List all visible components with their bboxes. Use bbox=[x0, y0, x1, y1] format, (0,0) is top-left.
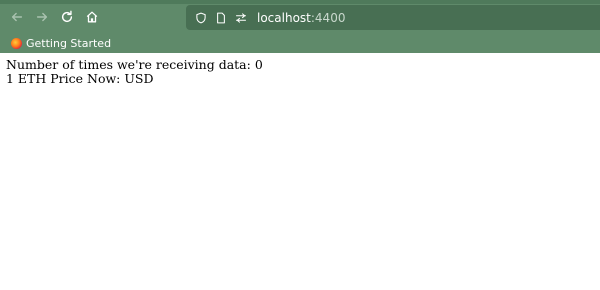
home-button[interactable] bbox=[81, 6, 103, 28]
navigation-toolbar: localhost:4400 bbox=[0, 0, 600, 34]
forward-button[interactable] bbox=[31, 6, 53, 28]
browser-window: localhost:4400 Getting Started Number of… bbox=[0, 0, 600, 290]
reload-icon bbox=[61, 10, 73, 23]
permissions-icon[interactable] bbox=[233, 10, 249, 26]
bookmarks-toolbar: Getting Started bbox=[0, 34, 600, 53]
back-button[interactable] bbox=[6, 6, 28, 28]
eth-price-line: 1 ETH Price Now: USD bbox=[6, 72, 594, 86]
address-bar[interactable]: localhost:4400 bbox=[186, 5, 600, 30]
eth-price-label: 1 ETH Price Now: bbox=[6, 71, 121, 86]
url-host: localhost bbox=[257, 10, 311, 25]
reload-button[interactable] bbox=[56, 6, 78, 28]
url-text[interactable]: localhost:4400 bbox=[257, 11, 345, 25]
bookmark-label: Getting Started bbox=[26, 37, 112, 50]
bookmark-getting-started[interactable]: Getting Started bbox=[8, 35, 114, 52]
data-count-line: Number of times we're receiving data: 0 bbox=[6, 58, 594, 72]
eth-price-unit: USD bbox=[124, 71, 154, 86]
data-count-value: 0 bbox=[254, 57, 263, 72]
page-content: Number of times we're receiving data: 0 … bbox=[0, 53, 600, 91]
url-port: :4400 bbox=[310, 10, 346, 25]
home-icon bbox=[86, 11, 98, 23]
forward-arrow-icon bbox=[36, 12, 48, 22]
firefox-icon bbox=[11, 38, 22, 49]
shield-icon[interactable] bbox=[193, 10, 209, 26]
data-count-label: Number of times we're receiving data: bbox=[6, 57, 251, 72]
back-arrow-icon bbox=[11, 12, 23, 22]
page-icon[interactable] bbox=[213, 10, 229, 26]
